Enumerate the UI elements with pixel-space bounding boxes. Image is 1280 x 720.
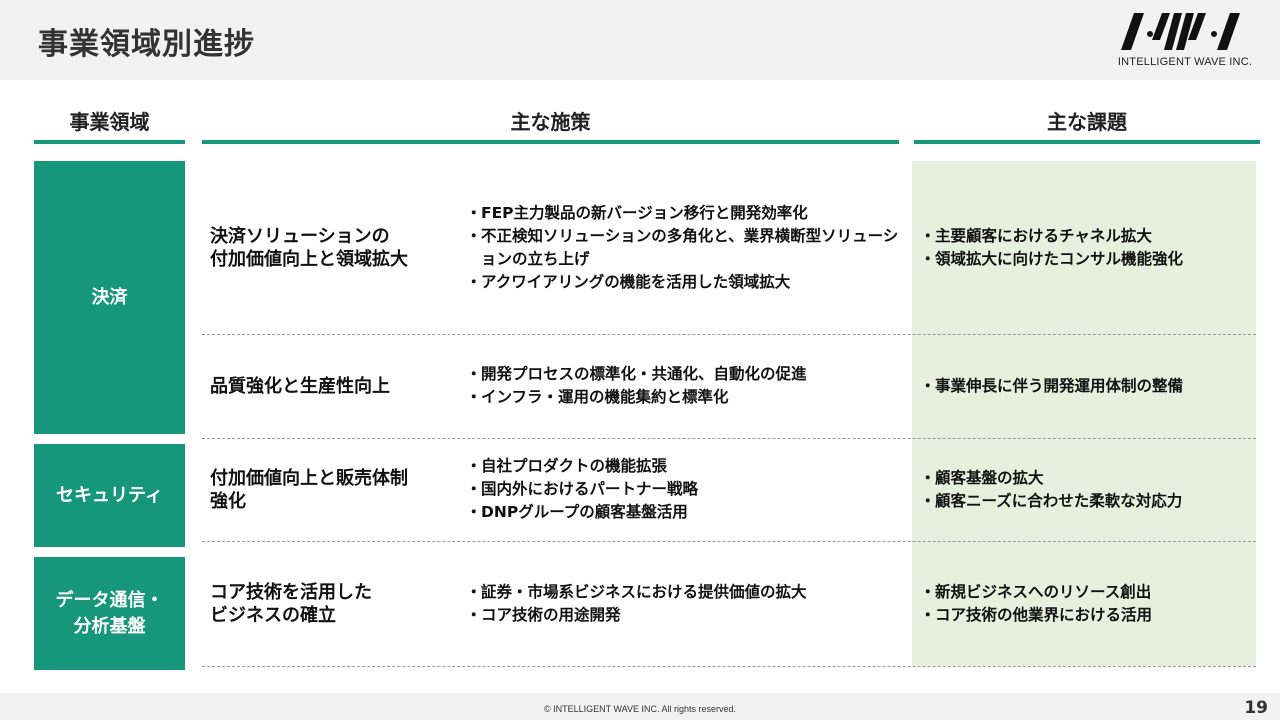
bullet-marker: ・ — [466, 388, 482, 406]
row-category: コア技術を活用した ビジネスの確立 — [210, 543, 460, 664]
bullet-marker: ・ — [466, 503, 482, 521]
company-logo: INTELLIGENT WAVE INC. — [1110, 10, 1260, 72]
measure-item: ・不正検知ソリューションの多角化と、業界横断型ソリューションの立ち上げ — [466, 225, 906, 271]
company-logo-text: INTELLIGENT WAVE INC. — [1117, 56, 1253, 68]
measure-text: 国内外におけるパートナー戦略 — [481, 480, 699, 498]
header-bar: 事業領域別進捗 INTELLIGENT WAVE INC. — [0, 0, 1280, 80]
copyright-text: © INTELLIGENT WAVE INC. All rights reser… — [543, 704, 736, 714]
measure-item: ・国内外におけるパートナー戦略 — [466, 478, 906, 501]
bullet-marker: ・ — [466, 204, 482, 222]
issue-text: 領域拡大に向けたコンサル機能強化 — [935, 250, 1184, 268]
issue-item: ・コア技術の他業界における活用 — [920, 604, 1254, 627]
domain-payment: 決済 — [34, 161, 185, 434]
row-category: 付加価値向上と販売体制 強化 — [210, 440, 460, 539]
issue-item: ・主要顧客におけるチャネル拡大 — [920, 225, 1254, 248]
bullet-marker: ・ — [466, 227, 482, 245]
row-category-text: 品質強化と生産性向上 — [210, 375, 390, 397]
measure-text: アクワイアリングの機能を活用した領域拡大 — [481, 273, 791, 291]
issue-item: ・顧客ニーズに合わせた柔軟な対応力 — [920, 490, 1254, 513]
issues-list: ・顧客基盤の拡大 ・顧客ニーズに合わせた柔軟な対応力 — [920, 440, 1254, 539]
bullet-marker: ・ — [466, 457, 482, 475]
bullet-marker: ・ — [466, 480, 482, 498]
measure-item: ・ FEP主力製品の新バージョン移行と開発効率化 — [466, 202, 906, 225]
issues-list: ・事業伸長に伴う開発運用体制の整備 — [920, 336, 1254, 436]
row-category: 品質強化と生産性向上 — [210, 336, 460, 436]
issue-text: コア技術の他業界における活用 — [935, 605, 1153, 624]
page-number: 19 — [1244, 698, 1268, 718]
bullet-marker: ・ — [920, 468, 936, 487]
measure-item: ・ DNPグループの顧客基盤活用 — [466, 501, 906, 524]
measure-text: 自社プロダクトの機能拡張 — [481, 457, 668, 475]
measures-list: ・自社プロダクトの機能拡張 ・国内外におけるパートナー戦略 ・ DNPグループの顧… — [466, 440, 906, 539]
measure-item: ・アクワイアリングの機能を活用した領域拡大 — [466, 271, 906, 294]
bullet-marker: ・ — [920, 582, 936, 601]
measure-text: FEP主力製品の新バージョン移行と開発効率化 — [481, 204, 808, 222]
measure-text: インフラ・運用の機能集約と標準化 — [481, 388, 729, 406]
column-header-issues: 主な課題 — [914, 104, 1260, 144]
row-divider — [202, 541, 1256, 542]
measure-text: コア技術の用途開発 — [481, 605, 621, 624]
bullet-marker: ・ — [920, 250, 936, 268]
measure-item: ・証券・市場系ビジネスにおける提供価値の拡大 — [466, 581, 906, 604]
measure-text: 開発プロセスの標準化・共通化、自動化の促進 — [481, 365, 807, 383]
domain-data-analytics: データ通信・ 分析基盤 — [34, 557, 185, 670]
row-category-text: 決済ソリューションの 付加価値向上と領域拡大 — [210, 226, 408, 270]
row-category: 決済ソリューションの 付加価値向上と領域拡大 — [210, 165, 460, 331]
issue-item: ・事業伸長に伴う開発運用体制の整備 — [920, 375, 1254, 398]
issue-item: ・顧客基盤の拡大 — [920, 467, 1254, 490]
measures-list: ・ FEP主力製品の新バージョン移行と開発効率化 ・不正検知ソリューションの多角化… — [466, 165, 906, 331]
issues-list: ・主要顧客におけるチャネル拡大 ・領域拡大に向けたコンサル機能強化 — [920, 165, 1254, 331]
measure-item: ・コア技術の用途開発 — [466, 604, 906, 627]
measure-text: DNPグループの顧客基盤活用 — [481, 503, 688, 521]
measures-list: ・証券・市場系ビジネスにおける提供価値の拡大 ・コア技術の用途開発 — [466, 543, 906, 664]
bullet-marker: ・ — [920, 376, 936, 395]
measure-text: 不正検知ソリューションの多角化と、業界横断型ソリューションの立ち上げ — [481, 227, 899, 268]
domain-security: セキュリティ — [34, 444, 185, 547]
bullet-marker: ・ — [920, 605, 936, 624]
issue-item: ・領域拡大に向けたコンサル機能強化 — [920, 248, 1254, 271]
issues-list: ・新規ビジネスへのリソース創出 ・コア技術の他業界における活用 — [920, 543, 1254, 664]
issue-item: ・新規ビジネスへのリソース創出 — [920, 581, 1254, 604]
page-title: 事業領域別進捗 — [38, 27, 255, 62]
measure-text: 証券・市場系ビジネスにおける提供価値の拡大 — [481, 582, 807, 601]
bullet-marker: ・ — [920, 227, 936, 245]
issue-text: 主要顧客におけるチャネル拡大 — [935, 227, 1152, 245]
row-divider — [202, 334, 1256, 335]
column-header-domain: 事業領域 — [34, 104, 185, 144]
bullet-marker: ・ — [920, 491, 936, 510]
measure-item: ・開発プロセスの標準化・共通化、自動化の促進 — [466, 363, 906, 386]
bullet-marker: ・ — [466, 273, 482, 291]
measure-item: ・インフラ・運用の機能集約と標準化 — [466, 386, 906, 409]
issue-text: 顧客ニーズに合わせた柔軟な対応力 — [935, 491, 1183, 510]
row-category-text: コア技術を活用した ビジネスの確立 — [210, 581, 372, 626]
issue-text: 事業伸長に伴う開発運用体制の整備 — [935, 376, 1184, 395]
bullet-marker: ・ — [466, 605, 482, 624]
row-divider — [202, 666, 1256, 667]
row-category-text: 付加価値向上と販売体制 強化 — [210, 467, 408, 512]
footer-bar: © INTELLIGENT WAVE INC. All rights reser… — [0, 693, 1280, 720]
bullet-marker: ・ — [466, 582, 482, 601]
issue-text: 顧客基盤の拡大 — [935, 468, 1044, 487]
measure-item: ・自社プロダクトの機能拡張 — [466, 455, 906, 478]
row-divider — [202, 438, 1256, 439]
measures-list: ・開発プロセスの標準化・共通化、自動化の促進 ・インフラ・運用の機能集約と標準化 — [466, 336, 906, 436]
column-header-measures: 主な施策 — [202, 104, 899, 144]
bullet-marker: ・ — [466, 365, 482, 383]
issue-text: 新規ビジネスへのリソース創出 — [935, 582, 1152, 601]
company-logo-mark — [1121, 13, 1240, 50]
